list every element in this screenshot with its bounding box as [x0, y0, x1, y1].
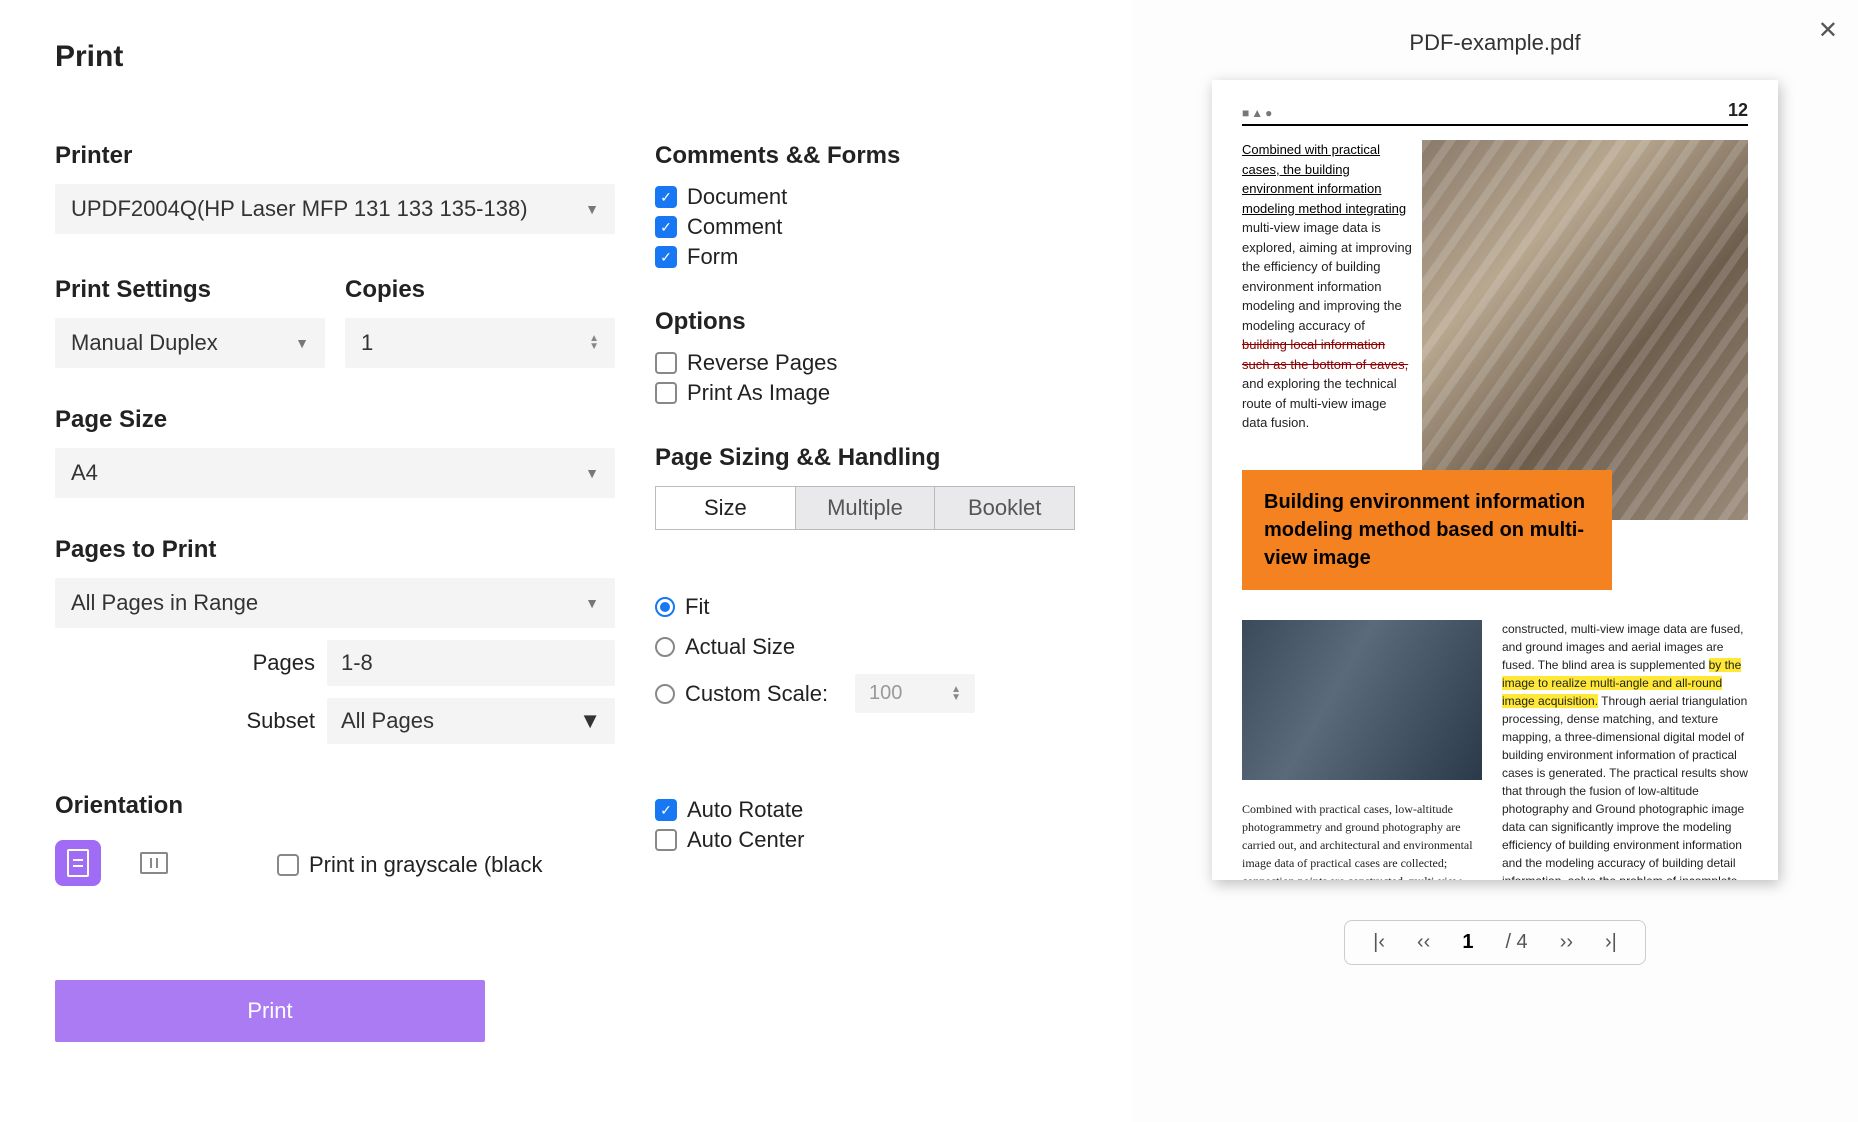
spinner-icon[interactable]: ▲▼: [589, 335, 599, 351]
preview-title-box: Building environment information modelin…: [1242, 470, 1612, 590]
first-page-button[interactable]: |‹: [1373, 931, 1385, 954]
subset-value: All Pages: [341, 708, 434, 734]
custom-scale-value: 100: [869, 682, 902, 705]
fit-label: Fit: [685, 594, 709, 620]
last-page-button[interactable]: ›|: [1605, 931, 1617, 954]
page-size-dropdown[interactable]: A4 ▼: [55, 448, 615, 498]
subset-label: Subset: [55, 708, 315, 734]
pages-to-print-label: Pages to Print: [55, 536, 615, 564]
dialog-title: Print: [55, 40, 1092, 74]
form-checkbox[interactable]: ✓: [655, 246, 677, 268]
preview-text-2: constructed, multi-view image data are f…: [1502, 620, 1748, 880]
prev-page-button[interactable]: ‹‹: [1417, 931, 1430, 954]
comment-label: Comment: [687, 214, 782, 240]
preview-filename: PDF-example.pdf: [1409, 30, 1580, 56]
close-button[interactable]: ✕: [1818, 16, 1838, 45]
preview-text-1: Combined with practical cases, the build…: [1242, 140, 1412, 520]
chevron-down-icon: ▼: [585, 595, 599, 611]
preview-image-2: [1242, 620, 1482, 780]
chevron-down-icon: ▼: [585, 201, 599, 217]
page-size-label: Page Size: [55, 406, 615, 434]
preview-title-text: Building environment information modelin…: [1264, 488, 1590, 572]
print-settings-value: Manual Duplex: [71, 330, 218, 356]
pages-value: 1-8: [341, 650, 373, 676]
orientation-label: Orientation: [55, 792, 615, 820]
spinner-icon[interactable]: ▲▼: [951, 686, 961, 702]
custom-scale-radio[interactable]: [655, 684, 675, 704]
auto-rotate-checkbox[interactable]: ✓: [655, 799, 677, 821]
page-size-value: A4: [71, 460, 98, 486]
comments-forms-label: Comments && Forms: [655, 142, 1075, 170]
print-as-image-label: Print As Image: [687, 380, 830, 406]
total-pages: / 4: [1505, 931, 1527, 954]
printer-value: UPDF2004Q(HP Laser MFP 131 133 135-138): [71, 196, 528, 222]
page-number: 12: [1728, 100, 1748, 121]
pages-input[interactable]: 1-8: [327, 640, 615, 686]
tab-multiple[interactable]: Multiple: [796, 487, 936, 529]
next-page-button[interactable]: ››: [1560, 931, 1573, 954]
print-settings-dropdown[interactable]: Manual Duplex ▼: [55, 318, 325, 368]
header-rule: [1242, 124, 1748, 126]
reverse-pages-label: Reverse Pages: [687, 350, 837, 376]
auto-center-label: Auto Center: [687, 827, 804, 853]
print-as-image-checkbox[interactable]: [655, 382, 677, 404]
auto-rotate-label: Auto Rotate: [687, 797, 803, 823]
printer-dropdown[interactable]: UPDF2004Q(HP Laser MFP 131 133 135-138) …: [55, 184, 615, 234]
actual-size-radio[interactable]: [655, 637, 675, 657]
options-label: Options: [655, 308, 1075, 336]
portrait-icon: [67, 849, 89, 877]
preview-text-3: Combined with practical cases, low-altit…: [1242, 800, 1482, 880]
page-sizing-label: Page Sizing && Handling: [655, 444, 1075, 472]
sizing-tabbar: Size Multiple Booklet: [655, 486, 1075, 530]
comment-checkbox[interactable]: ✓: [655, 216, 677, 238]
document-checkbox[interactable]: ✓: [655, 186, 677, 208]
orientation-landscape-button[interactable]: [131, 840, 177, 886]
grayscale-label: Print in grayscale (black: [309, 852, 543, 878]
copies-label: Copies: [345, 276, 615, 304]
form-label: Form: [687, 244, 738, 270]
chevron-down-icon: ▼: [295, 335, 309, 351]
pages-to-print-dropdown[interactable]: All Pages in Range ▼: [55, 578, 615, 628]
print-settings-label: Print Settings: [55, 276, 325, 304]
document-label: Document: [687, 184, 787, 210]
header-shapes: ■▲●: [1242, 106, 1274, 120]
orientation-portrait-button[interactable]: [55, 840, 101, 886]
fit-radio[interactable]: [655, 597, 675, 617]
print-button[interactable]: Print: [55, 980, 485, 1042]
printer-label: Printer: [55, 142, 615, 170]
preview-image-1: [1422, 140, 1748, 520]
landscape-icon: [140, 852, 168, 874]
chevron-down-icon: ▼: [585, 465, 599, 481]
actual-size-label: Actual Size: [685, 634, 795, 660]
tab-booklet[interactable]: Booklet: [935, 487, 1074, 529]
auto-center-checkbox[interactable]: [655, 829, 677, 851]
chevron-down-icon: ▼: [579, 708, 601, 734]
close-icon: ✕: [1818, 17, 1838, 44]
tab-size[interactable]: Size: [656, 487, 796, 529]
page-navigator: |‹ ‹‹ 1 / 4 ›› ›|: [1344, 920, 1646, 965]
pages-to-print-value: All Pages in Range: [71, 590, 258, 616]
page-preview: ■▲● 12 Combined with practical cases, th…: [1212, 80, 1778, 880]
custom-scale-label: Custom Scale:: [685, 681, 845, 707]
current-page[interactable]: 1: [1462, 931, 1473, 954]
copies-input[interactable]: 1 ▲▼: [345, 318, 615, 368]
reverse-pages-checkbox[interactable]: [655, 352, 677, 374]
subset-dropdown[interactable]: All Pages ▼: [327, 698, 615, 744]
copies-value: 1: [361, 330, 373, 356]
grayscale-checkbox[interactable]: [277, 854, 299, 876]
pages-label: Pages: [55, 650, 315, 676]
custom-scale-input[interactable]: 100 ▲▼: [855, 674, 975, 713]
